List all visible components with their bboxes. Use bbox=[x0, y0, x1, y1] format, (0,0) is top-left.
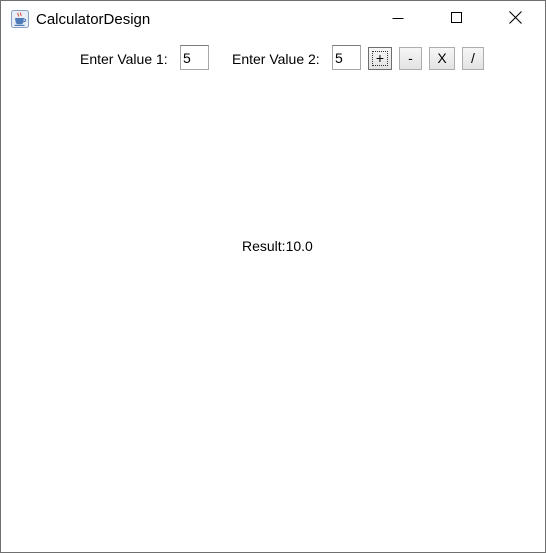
value1-field[interactable] bbox=[180, 45, 209, 70]
title-bar[interactable]: CalculatorDesign bbox=[1, 1, 545, 38]
java-cup-icon[interactable] bbox=[11, 10, 29, 28]
add-button[interactable]: + bbox=[368, 47, 392, 70]
maximize-icon bbox=[451, 11, 463, 29]
calculator-window: CalculatorDesign Enter Value 1: Enter Va… bbox=[0, 0, 546, 553]
multiply-button[interactable]: X bbox=[429, 47, 455, 70]
close-button[interactable] bbox=[492, 1, 538, 38]
divide-button[interactable]: / bbox=[462, 47, 484, 70]
value1-label: Enter Value 1: bbox=[80, 51, 168, 67]
maximize-button[interactable] bbox=[434, 1, 480, 38]
value2-field[interactable] bbox=[332, 45, 361, 70]
minimize-icon bbox=[392, 11, 404, 29]
add-button-label: + bbox=[375, 50, 385, 66]
result-label: Result:10.0 bbox=[242, 238, 313, 254]
close-icon bbox=[508, 10, 522, 29]
subtract-button[interactable]: - bbox=[399, 47, 422, 70]
value2-label: Enter Value 2: bbox=[232, 51, 320, 67]
window-title: CalculatorDesign bbox=[36, 11, 151, 28]
calculator-panel: Enter Value 1: Enter Value 2: + - X / Re… bbox=[1, 38, 545, 552]
minimize-button[interactable] bbox=[375, 1, 421, 38]
